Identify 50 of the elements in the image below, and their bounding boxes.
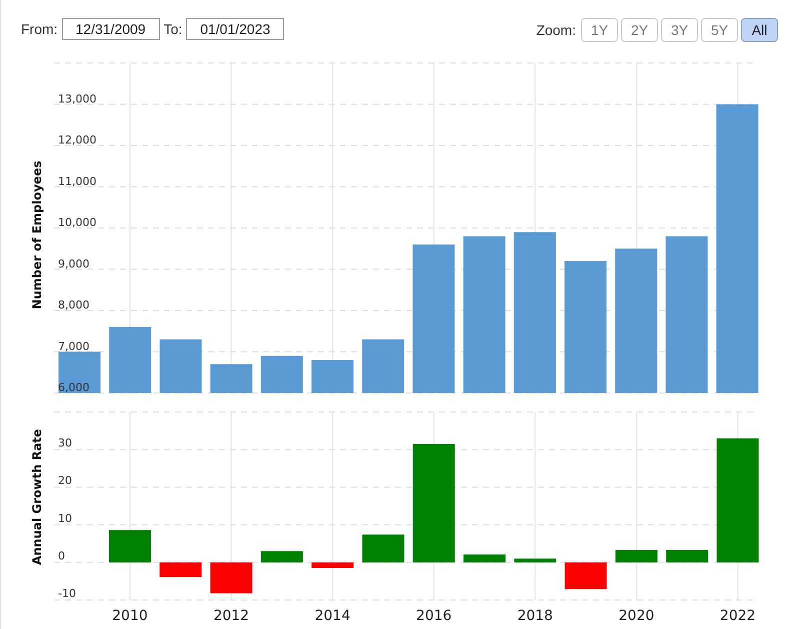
employee-bar — [362, 339, 404, 393]
growth-bar — [464, 554, 506, 562]
x-tick-label: 2020 — [618, 608, 654, 624]
growth-bar — [312, 562, 354, 568]
employee-bar — [210, 364, 252, 393]
growth-bar — [615, 550, 658, 562]
x-tick-label: 2022 — [720, 608, 756, 624]
y-tick-label: 11,000 — [58, 174, 96, 188]
y-axis-title: Number of Employees — [30, 160, 44, 310]
growth-bar — [108, 530, 151, 562]
growth-bar — [260, 551, 303, 562]
x-tick-label: 2016 — [416, 608, 452, 624]
y-axis-title: Annual Growth Rate — [30, 428, 44, 566]
growth-bar — [362, 534, 404, 562]
zoom-button[interactable]: 2Y — [621, 18, 658, 42]
from-label: From: — [21, 21, 58, 37]
y-tick-label: 13,000 — [58, 92, 96, 106]
employee-bar — [109, 327, 152, 393]
zoom-button[interactable]: 5Y — [701, 18, 738, 42]
y-tick-label: 0 — [58, 549, 65, 562]
y-tick-label: -10 — [58, 587, 76, 600]
growth-bar — [160, 562, 202, 578]
growth-bar — [666, 550, 708, 562]
growth-bar — [514, 558, 556, 562]
x-tick-label: 2012 — [213, 608, 250, 624]
employee-bar — [58, 352, 100, 393]
y-tick-label: 30 — [58, 436, 72, 450]
y-tick-label: 20 — [58, 474, 72, 488]
y-tick-label: 7,000 — [58, 340, 90, 353]
to-date-field[interactable]: 01/01/2023 — [186, 18, 284, 40]
zoom-label: Zoom: — [536, 22, 576, 38]
y-tick-label: 9,000 — [58, 257, 90, 270]
from-date-field[interactable]: 12/31/2009 — [62, 18, 160, 40]
y-tick-label: 8,000 — [58, 298, 90, 312]
x-tick-label: 2010 — [112, 608, 148, 624]
zoom-button[interactable]: 1Y — [581, 18, 618, 42]
y-tick-label: 6,000 — [58, 381, 90, 394]
x-tick-label: 2014 — [314, 608, 350, 624]
to-label: To: — [164, 21, 182, 37]
x-tick-label: 2018 — [517, 608, 553, 624]
employee-bar — [160, 339, 202, 393]
employee-bar — [312, 360, 354, 393]
y-tick-label: 10,000 — [58, 216, 96, 229]
growth-bar — [210, 562, 252, 594]
zoom-button[interactable]: All — [741, 18, 778, 42]
y-tick-label: 12,000 — [58, 134, 96, 146]
y-tick-label: 10 — [58, 512, 72, 525]
growth-bar — [564, 562, 607, 590]
zoom-button[interactable]: 3Y — [661, 18, 698, 42]
employee-bar — [260, 356, 303, 393]
